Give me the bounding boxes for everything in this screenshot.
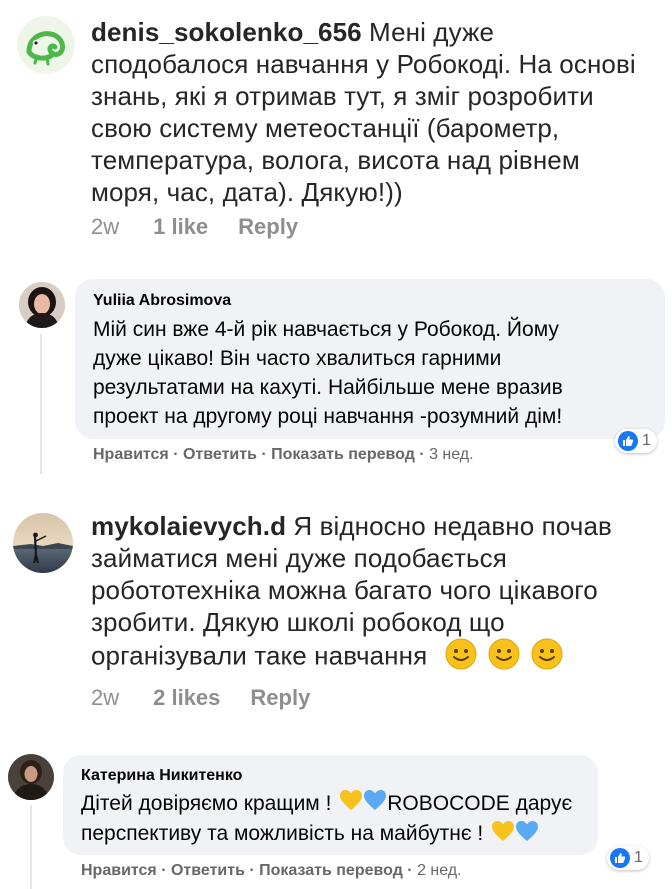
- comment-text-line: Мені дуже: [369, 17, 495, 47]
- reaction-badge[interactable]: 1: [607, 846, 649, 870]
- slightly-smiling-face-icon: [531, 638, 563, 677]
- profile-photo-icon: [13, 513, 73, 573]
- profile-photo-icon: [19, 282, 65, 328]
- comment-text-line: дуже цікаво! Він часто хвалиться гарними: [93, 347, 502, 370]
- reaction-count: 1: [642, 432, 651, 449]
- comment-username[interactable]: mykolaievych.d: [91, 511, 286, 541]
- comment-author-name[interactable]: Катерина Никитенко: [81, 767, 242, 785]
- comment-meta: 2w 2 likes Reply: [91, 685, 310, 711]
- thread-line: [30, 805, 32, 889]
- yellow-heart-icon: [491, 820, 515, 850]
- comment-text-line: результатами на кахуті. Найбільше мене в…: [93, 376, 563, 399]
- reply-button[interactable]: Reply: [250, 685, 310, 711]
- comment-actions: Нравится · Ответить · Показать перевод ·…: [93, 446, 474, 464]
- slightly-smiling-face-icon: [488, 638, 520, 677]
- comment-text-line: Я відносно недавно почав: [293, 511, 612, 541]
- comment-text-line: температура, волога, висота над рівнем: [91, 145, 580, 175]
- comment-action-links[interactable]: Нравится · Ответить · Показать перевод ·: [81, 862, 417, 879]
- comment-text-line: знань, які я отримав тут, я зміг розроби…: [91, 81, 594, 111]
- comment-text-line: моря, час, дата). Дякую!)): [91, 177, 403, 207]
- comment-text-line: зробити. Дякую школі робокод що: [91, 607, 505, 637]
- blue-heart-icon: [363, 789, 387, 819]
- likes-count-link[interactable]: 2 likes: [153, 685, 220, 711]
- comment-text-line: перспективу та можливість на майбутнє !: [81, 822, 484, 846]
- comment-time: 2 нед.: [417, 862, 462, 879]
- yellow-heart-icon: [339, 789, 363, 819]
- avatar[interactable]: [8, 754, 54, 800]
- comment-time: 3 нед.: [429, 446, 474, 463]
- comment-text-line: проект на другому році навчання -розумни…: [93, 405, 563, 428]
- comment-text-line: свою систему метеостанції (барометр,: [91, 113, 560, 143]
- chameleon-avatar-icon: [26, 31, 65, 66]
- comment-action-links[interactable]: Нравится · Ответить · Показать перевод ·: [93, 446, 429, 463]
- thread-line: [40, 334, 42, 474]
- avatar[interactable]: [13, 513, 73, 573]
- comment-author-name[interactable]: Yuliia Abrosimova: [93, 292, 231, 310]
- comment-username[interactable]: denis_sokolenko_656: [91, 17, 362, 47]
- comment-text-line: сподобалося навчання у Робокоді. На осно…: [91, 49, 636, 79]
- blue-heart-icon: [515, 820, 539, 850]
- thumbs-up-reaction-icon: [618, 431, 638, 451]
- avatar[interactable]: [19, 282, 65, 328]
- comment-meta: 2w 1 like Reply: [91, 214, 298, 240]
- comment-text-line: Мій син вже 4-й рік навчається у Робокод…: [93, 318, 559, 341]
- thumbs-up-reaction-icon: [610, 848, 630, 868]
- comment-text-line: ROBOCODE дарує: [387, 792, 573, 815]
- reply-button[interactable]: Reply: [238, 214, 298, 240]
- likes-count-link[interactable]: 1 like: [153, 214, 208, 240]
- profile-photo-icon: [8, 754, 54, 800]
- comment-time: 2w: [91, 214, 120, 239]
- avatar[interactable]: [17, 16, 75, 74]
- reaction-badge[interactable]: 1: [615, 429, 657, 453]
- comment-time: 2w: [91, 685, 120, 710]
- comment-text-line: організували таке навчання: [91, 640, 428, 671]
- comment-text-line: займатися мені дуже подобається: [91, 543, 507, 573]
- slightly-smiling-face-icon: [445, 638, 477, 677]
- comment-text-line: робототехніка можна багато чого цікавого: [91, 575, 598, 605]
- comment-actions: Нравится · Ответить · Показать перевод ·…: [81, 862, 462, 880]
- reaction-count: 1: [634, 849, 643, 866]
- comment-text-line: Дітей довіряємо кращим !: [81, 792, 332, 815]
